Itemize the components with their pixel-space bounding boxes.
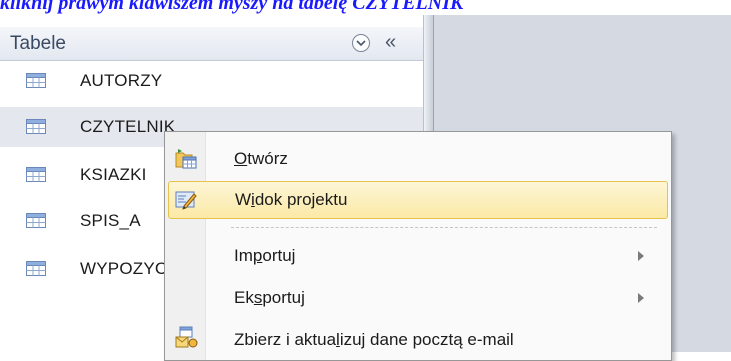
collect-email-data-icon — [175, 326, 198, 348]
table-icon — [26, 167, 46, 182]
menu-item-import[interactable]: Importuj — [168, 237, 668, 275]
open-table-icon — [175, 149, 197, 169]
design-view-icon — [175, 191, 197, 210]
menu-separator — [231, 227, 657, 228]
instruction-caption: kliknij prawym klawiszem myszy na tabelę… — [0, 0, 464, 14]
nav-item-label: KSIAZKI — [80, 165, 147, 184]
nav-item-label: SPIS_A — [80, 211, 141, 230]
context-menu: Otwórz Widok projektu Importuj Eksportuj — [164, 131, 672, 361]
chevron-down-circle-icon[interactable] — [352, 34, 370, 52]
nav-item-label: AUTORZY — [80, 71, 163, 90]
menu-item-open[interactable]: Otwórz — [168, 140, 668, 178]
nav-pane-title: Tabele — [10, 33, 66, 54]
collapse-pane-icon[interactable]: « — [385, 32, 396, 52]
submenu-arrow-icon — [638, 251, 644, 261]
table-icon — [26, 73, 46, 88]
nav-item-autorzy[interactable]: AUTORZY — [0, 61, 423, 101]
table-icon — [26, 119, 46, 134]
submenu-arrow-icon — [638, 293, 644, 303]
menu-item-label: Zbierz i aktualizuj dane pocztą e-mail — [234, 330, 514, 349]
menu-item-label: Otwórz — [234, 149, 288, 168]
menu-item-label: Importuj — [234, 246, 296, 265]
menu-item-export[interactable]: Eksportuj — [168, 279, 668, 317]
table-icon — [26, 213, 46, 228]
nav-pane-header: Tabele « — [0, 27, 423, 61]
nav-item-label: CZYTELNIK — [80, 117, 176, 136]
table-icon — [26, 261, 46, 276]
menu-item-label: Eksportuj — [234, 288, 305, 307]
menu-item-design-view[interactable]: Widok projektu — [168, 181, 668, 219]
menu-item-label: Widok projektu — [235, 190, 348, 209]
menu-item-collect-data[interactable]: Zbierz i aktualizuj dane pocztą e-mail — [168, 321, 668, 359]
